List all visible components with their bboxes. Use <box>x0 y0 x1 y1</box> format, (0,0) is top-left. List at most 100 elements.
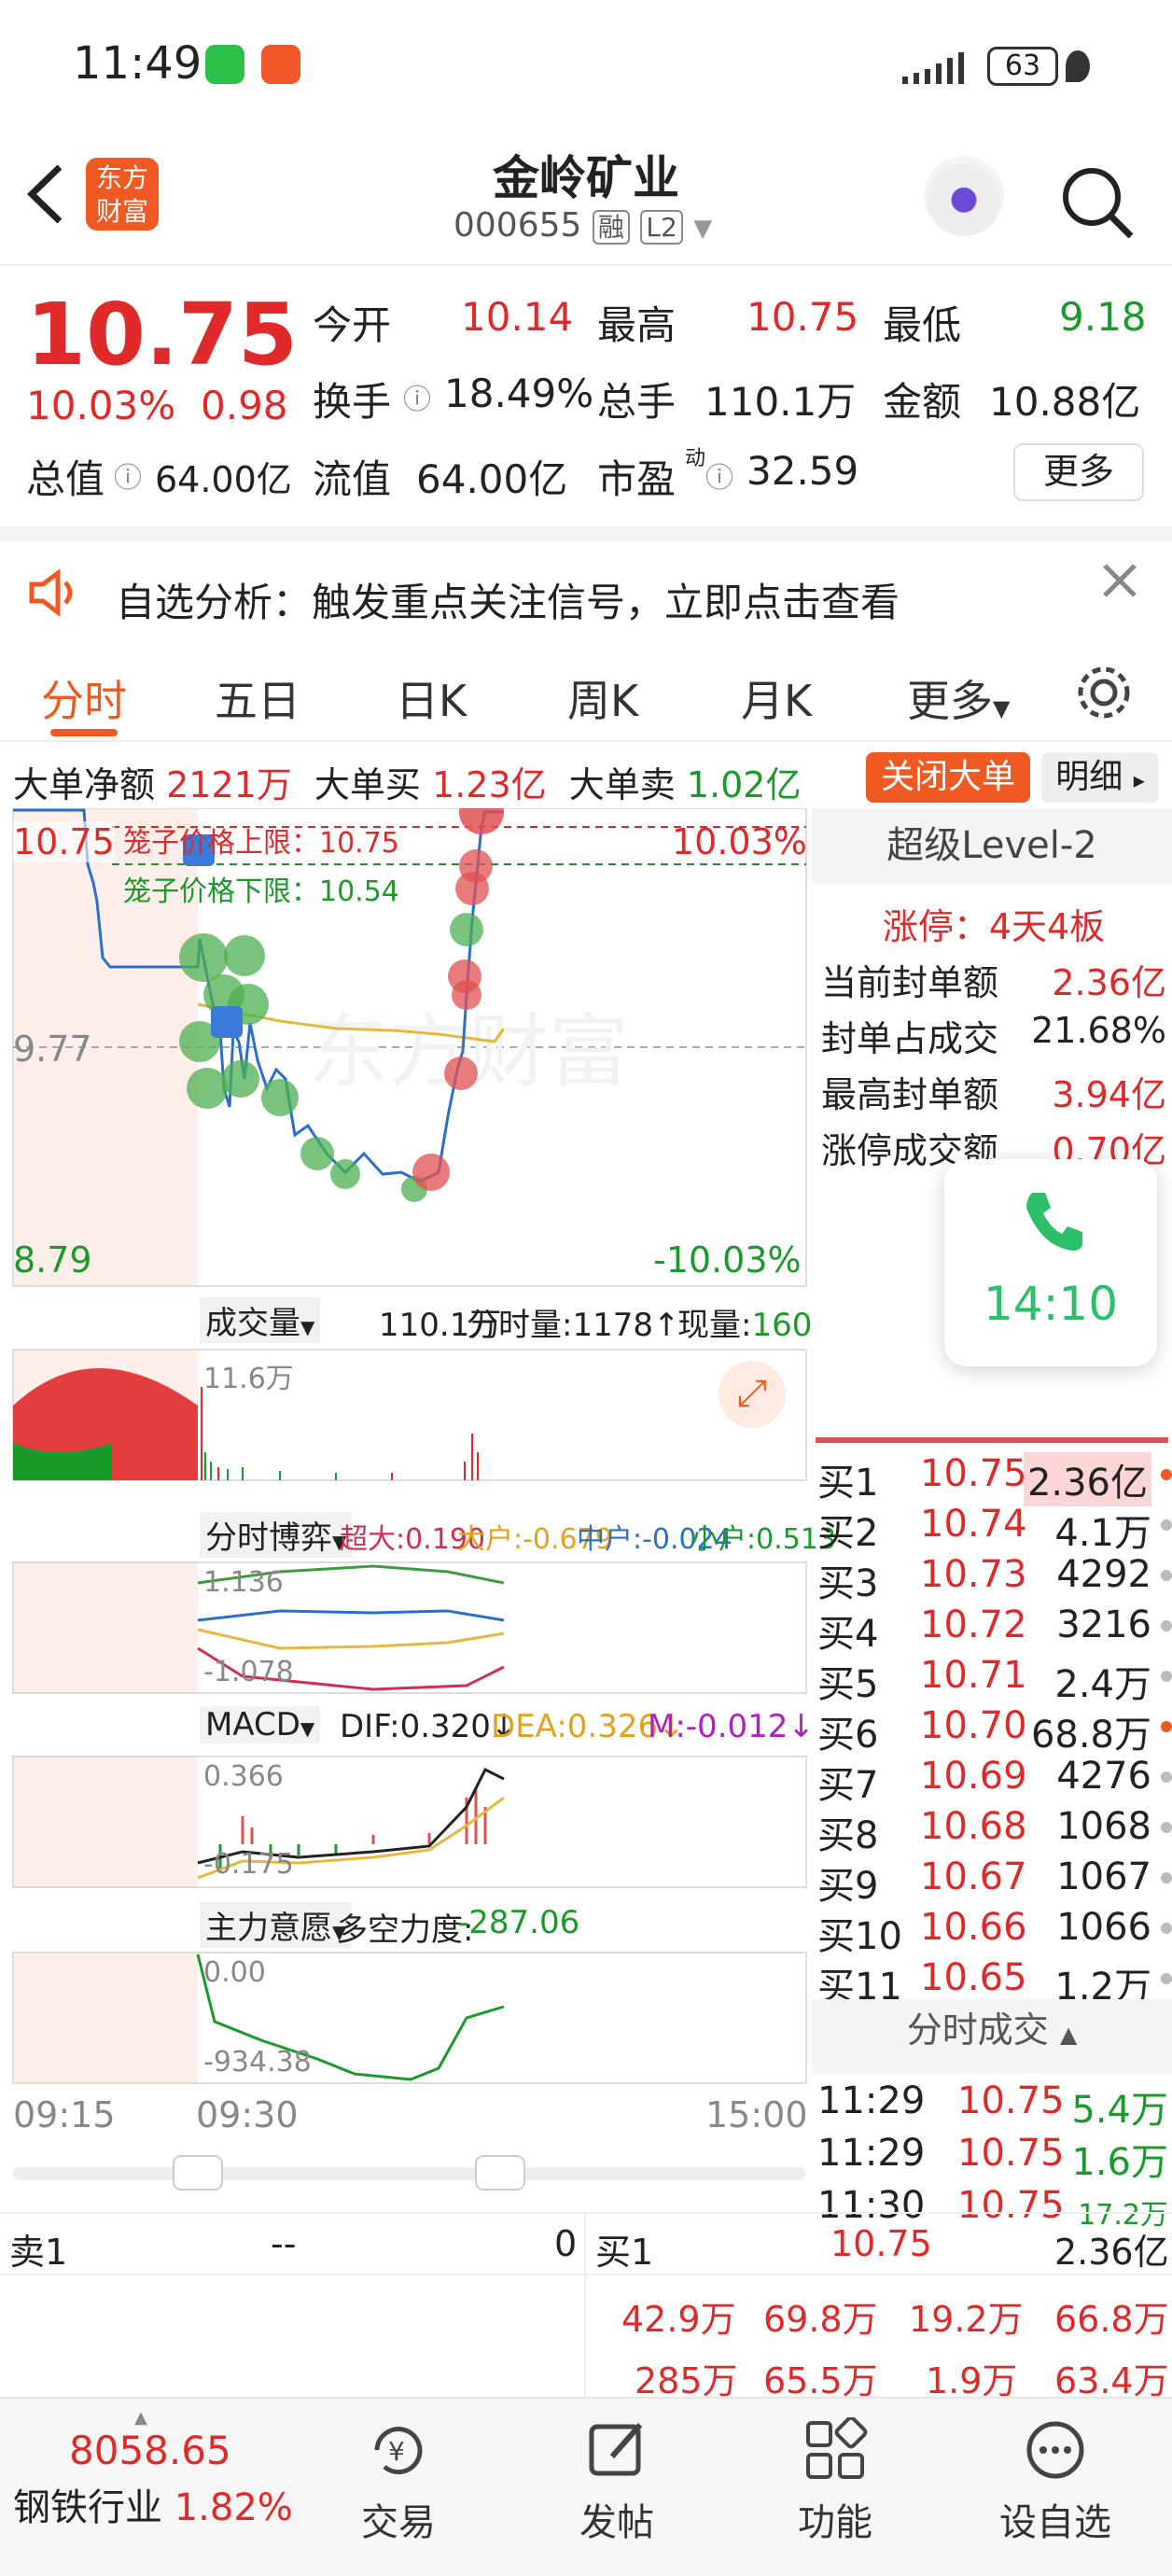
seal-value: 2.36亿 <box>1052 962 1166 1003</box>
bid-row[interactable]: 买6 10.70 68.8万 <box>817 1704 1172 1757</box>
low-label: 最低 <box>883 302 962 348</box>
info-icon[interactable]: ⓘ <box>114 455 142 496</box>
tab-daily-k[interactable]: 日K <box>396 667 467 729</box>
bid-qty: 1068 <box>1056 1805 1151 1848</box>
tab-more[interactable]: 更多▼ <box>907 667 1010 729</box>
l2-tag: L2 <box>640 210 683 245</box>
volume-legend: 成交量▼ 110.1万 分时量:1178↑ 现量:160 <box>13 1292 812 1344</box>
queue-cell: 66.8万 <box>1054 2299 1169 2340</box>
intraday-chart[interactable]: 东方财富 10.75 10.03% 9.77 8.79 -10.03% 笼子价格… <box>0 808 836 2218</box>
nav-add-watchlist[interactable]: 设自选 <box>985 2417 1125 2546</box>
bid-level: 买5 <box>817 1663 879 1706</box>
queue-cell: 69.8万 <box>763 2299 878 2340</box>
m-value: M:-0.012↓ <box>648 1708 815 1745</box>
bid-price: 10.72 <box>920 1603 1027 1646</box>
bid-price: 10.75 <box>920 1452 1027 1495</box>
bid-row[interactable]: 买4 10.72 3216 <box>817 1603 1172 1656</box>
edit-icon <box>589 2423 643 2476</box>
bid-row[interactable]: 买9 10.67 1067 <box>817 1855 1172 1908</box>
bid-row[interactable]: 买7 10.69 4276 <box>817 1755 1172 1807</box>
seal-ratio-label: 封单占成交 <box>821 1018 999 1059</box>
bid-price: 10.68 <box>920 1805 1027 1848</box>
seal-ratio-row: 封单占成交 21.68% <box>821 1010 1166 1061</box>
detail-button[interactable]: 明细 ▸ <box>1041 752 1159 803</box>
quote-panel: 10.75 10.03% 0.98 今开 10.14 最高 10.75 最低 9… <box>0 266 1172 527</box>
macd-indicator-select[interactable]: MACD▼ <box>200 1706 321 1743</box>
gear-icon[interactable] <box>1073 662 1135 723</box>
bid-qty: 4.1万 <box>1054 1512 1151 1555</box>
intent-min: -934.38 <box>203 2046 312 2079</box>
volume-bars <box>201 1387 479 1480</box>
nav-trade[interactable]: ¥ 交易 <box>328 2417 468 2546</box>
industry-index[interactable]: ▲ 8058.65 钢铁行业 1.82% <box>13 2408 293 2531</box>
buy1-label: 买1 <box>595 2232 654 2273</box>
low-value: 9.18 <box>1059 294 1147 340</box>
robot-assistant-icon[interactable] <box>924 156 1004 236</box>
call-time: 14:10 <box>983 1277 1119 1331</box>
bid-level: 买10 <box>817 1915 902 1958</box>
bid-dot <box>1161 1973 1172 1984</box>
sell1-qty: 0 <box>554 2223 578 2264</box>
expand-icon[interactable]: ⤢ <box>719 1361 786 1428</box>
scroll-handle-right[interactable] <box>475 2155 525 2191</box>
stock-code-line[interactable]: 000655 融 L2 ▼ <box>453 206 712 245</box>
intent-indicator-select[interactable]: 主力意愿▼ <box>200 1902 353 1948</box>
notice-bar[interactable]: 自选分析：触发重点关注信号，立即点击查看 <box>0 541 1172 635</box>
bid-qty: 1067 <box>1056 1855 1151 1898</box>
pe-label: 市盈 <box>597 456 677 502</box>
net-label: 大单净额 <box>13 764 156 805</box>
game-min: -1.078 <box>203 1656 294 1688</box>
close-big-order-button[interactable]: 关闭大单 <box>866 752 1030 803</box>
trade-price: 10.75 <box>957 2079 1065 2122</box>
trade-row: 11:29 10.75 5.4万 <box>817 2079 1172 2132</box>
chevron-up-icon: ▲ <box>134 2408 147 2428</box>
tab-indicator <box>50 729 118 736</box>
tab-weekly-k[interactable]: 周K <box>567 667 638 729</box>
mid-holder-line <box>197 1609 505 1622</box>
bid-dot <box>1161 1519 1172 1531</box>
macd-min: -0.175 <box>203 1848 294 1881</box>
industry-index-value: 8058.65 <box>69 2428 231 2473</box>
chevron-down-icon: ▼ <box>993 695 1011 721</box>
volume-label: 成交量 <box>205 1305 300 1342</box>
seal-row: 当前封单额 2.36亿 <box>821 954 1166 1005</box>
scroll-handle-left[interactable] <box>173 2155 223 2191</box>
tab-five-day[interactable]: 五日 <box>215 667 300 729</box>
bid-row[interactable]: 买8 10.68 1068 <box>817 1805 1172 1857</box>
chart-scrollbar[interactable] <box>13 2167 806 2180</box>
bid-price: 10.73 <box>920 1553 1027 1596</box>
volume-indicator-select[interactable]: 成交量▼ <box>200 1297 321 1343</box>
info-icon[interactable]: ⓘ <box>403 376 431 417</box>
nav-post[interactable]: 发帖 <box>547 2417 687 2546</box>
volume-tick: 分时量:1178↑ <box>467 1307 680 1344</box>
tab-monthly-k[interactable]: 月K <box>741 667 812 729</box>
call-widget[interactable]: 14:10 <box>944 1159 1157 1366</box>
game-indicator-select[interactable]: 分时博弈▼ <box>200 1512 353 1558</box>
nav-post-label: 发帖 <box>579 2501 654 2544</box>
bid-row[interactable]: 买5 10.71 2.4万 <box>817 1654 1172 1706</box>
trades-header[interactable]: 分时成交 ▲ <box>812 1999 1172 2074</box>
nav-functions[interactable]: 功能 <box>765 2415 905 2546</box>
tab-intraday[interactable]: 分时 <box>41 667 127 729</box>
bid-row[interactable]: 买2 10.74 4.1万 <box>817 1503 1172 1555</box>
bid-row[interactable]: 买1 10.75 2.36亿 <box>817 1452 1172 1506</box>
info-icon[interactable]: ⓘ <box>705 455 733 496</box>
pe-superscript: 动 <box>685 447 706 470</box>
close-icon[interactable] <box>1101 562 1138 599</box>
trade-row: 11:29 10.75 1.6万 <box>817 2132 1172 2184</box>
notification-app-icon <box>261 45 300 84</box>
bid-row[interactable]: 买10 10.66 1066 <box>817 1906 1172 1958</box>
bid-level: 买4 <box>817 1613 879 1656</box>
bid-level: 买2 <box>817 1512 879 1555</box>
signal-icon <box>902 52 964 84</box>
level2-title[interactable]: 超级Level-2 <box>812 808 1172 883</box>
svg-text:¥: ¥ <box>388 2436 405 2467</box>
more-button[interactable]: 更多 <box>1013 443 1144 501</box>
bid-dot <box>1161 1923 1172 1934</box>
industry-name: 钢铁行业 <box>13 2486 162 2529</box>
intent-pre-shade <box>13 1953 198 2083</box>
last-price: 10.75 <box>26 285 299 385</box>
bid-row[interactable]: 买3 10.73 4292 <box>817 1553 1172 1605</box>
bid-dot <box>1161 1469 1172 1480</box>
search-icon[interactable] <box>1054 160 1138 244</box>
